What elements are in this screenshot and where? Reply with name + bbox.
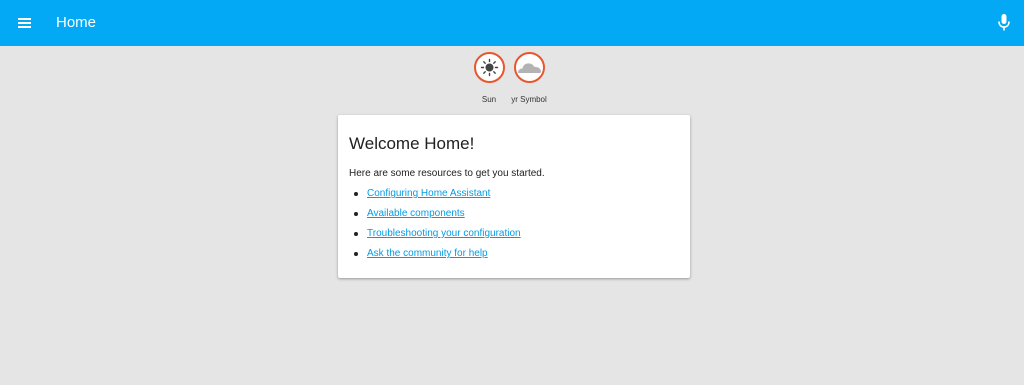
resource-link-list: Configuring Home Assistant Available com… xyxy=(349,187,521,267)
list-item: Available components xyxy=(349,207,521,227)
link-configuring-home-assistant[interactable]: Configuring Home Assistant xyxy=(367,188,490,199)
card-intro-text: Here are some resources to get you start… xyxy=(349,168,545,179)
menu-button[interactable] xyxy=(13,11,37,35)
badge-bar: Sun yr Symbol xyxy=(467,51,557,107)
voice-command-button[interactable] xyxy=(994,12,1014,34)
card-title: Welcome Home! xyxy=(349,134,475,153)
sun-icon xyxy=(480,58,499,77)
page-title: Home xyxy=(56,14,97,31)
badge-yr-symbol[interactable]: yr Symbol xyxy=(507,51,551,107)
bullet-icon xyxy=(354,212,358,216)
list-item: Troubleshooting your configuration xyxy=(349,227,521,247)
cloud-icon xyxy=(518,63,541,73)
bullet-icon xyxy=(354,192,358,196)
link-troubleshooting-configuration[interactable]: Troubleshooting your configuration xyxy=(367,228,521,239)
list-item: Configuring Home Assistant xyxy=(349,187,521,207)
app-toolbar: Home xyxy=(0,0,1024,46)
link-ask-community[interactable]: Ask the community for help xyxy=(367,248,488,259)
bullet-icon xyxy=(354,252,358,256)
badge-sun-circle xyxy=(474,52,505,83)
link-available-components[interactable]: Available components xyxy=(367,208,465,219)
list-item: Ask the community for help xyxy=(349,247,521,267)
bullet-icon xyxy=(354,232,358,236)
hamburger-menu-icon xyxy=(18,18,31,28)
microphone-icon xyxy=(998,14,1010,31)
badge-yr-symbol-circle xyxy=(514,52,545,83)
welcome-card: Welcome Home! Here are some resources to… xyxy=(338,115,690,278)
badge-yr-symbol-label: yr Symbol xyxy=(511,95,547,104)
